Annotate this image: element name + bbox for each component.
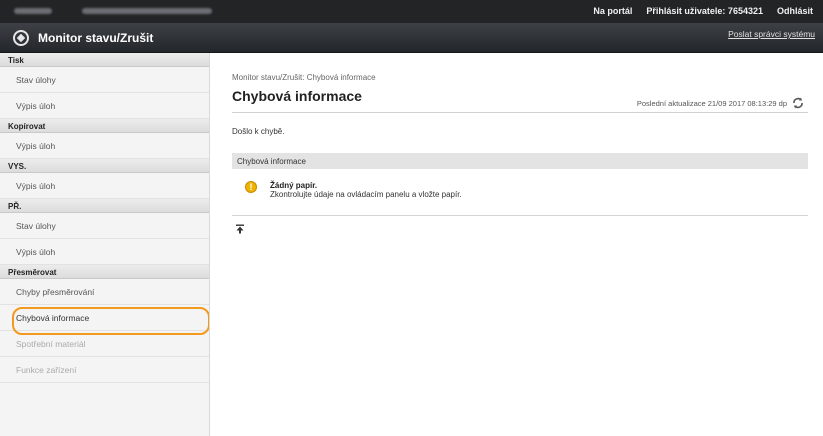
sidebar-item-tisk-vypis[interactable]: Výpis úloh bbox=[0, 93, 209, 119]
canon-logo-icon bbox=[13, 30, 29, 46]
refresh-icon[interactable] bbox=[792, 97, 804, 109]
main-content: Monitor stavu/Zrušit: Chybová informace … bbox=[222, 53, 812, 436]
sidebar-section-pr: PŘ. bbox=[0, 199, 209, 213]
portal-link[interactable]: Na portál bbox=[593, 6, 632, 16]
sidebar-section-kopirovat: Kopírovat bbox=[0, 119, 209, 133]
error-title: Žádný papír. bbox=[270, 181, 318, 190]
sidebar-item-kopirovat-vypis[interactable]: Výpis úloh bbox=[0, 133, 209, 159]
logout-link[interactable]: Odhlásit bbox=[777, 6, 813, 16]
last-update: Poslední aktualizace 21/09 2017 08:13:29… bbox=[637, 97, 804, 109]
app-title: Monitor stavu/Zrušit bbox=[38, 31, 154, 45]
error-row: ! Žádný papír. Zkontrolujte údaje na ovl… bbox=[232, 176, 808, 216]
logged-user: Přihlásit uživatele: 7654321 bbox=[646, 6, 763, 16]
sidebar-item-chybova-informace[interactable]: Chybová informace bbox=[0, 305, 209, 335]
sidebar-item-vys-vypis[interactable]: Výpis úloh bbox=[0, 173, 209, 199]
sidebar-item-funkce-zarizeni[interactable]: Funkce zařízení bbox=[0, 357, 209, 383]
top-bar: Na portál Přihlásit uživatele: 7654321 O… bbox=[0, 0, 823, 23]
back-to-top-icon[interactable] bbox=[235, 224, 245, 234]
top-links: Na portál Přihlásit uživatele: 7654321 O… bbox=[593, 6, 813, 16]
sidebar-item-pr-vypis[interactable]: Výpis úloh bbox=[0, 239, 209, 265]
sidebar-item-pr-stav[interactable]: Stav úlohy bbox=[0, 213, 209, 239]
page-title: Chybová informace bbox=[232, 88, 362, 104]
send-to-admin-link[interactable]: Poslat správci systému bbox=[728, 29, 815, 39]
blurred-header-text bbox=[14, 8, 52, 14]
section-header: Chybová informace bbox=[232, 153, 808, 169]
sidebar-section-tisk: Tisk bbox=[0, 53, 209, 67]
error-description: Zkontrolujte údaje na ovládacím panelu a… bbox=[270, 190, 462, 199]
sidebar-section-vys: VYS. bbox=[0, 159, 209, 173]
last-update-text: Poslední aktualizace 21/09 2017 08:13:29… bbox=[636, 98, 787, 108]
breadcrumb: Monitor stavu/Zrušit: Chybová informace bbox=[232, 73, 376, 82]
sidebar-item-tisk-stav[interactable]: Stav úlohy bbox=[0, 67, 209, 93]
warning-icon: ! bbox=[245, 181, 257, 193]
divider bbox=[232, 112, 808, 113]
sidebar-item-chyby-presmerovani[interactable]: Chyby přesměrování bbox=[0, 279, 209, 305]
status-message: Došlo k chybě. bbox=[232, 127, 285, 136]
sidebar: Tisk Stav úlohy Výpis úloh Kopírovat Výp… bbox=[0, 53, 210, 436]
title-bar: Monitor stavu/Zrušit Poslat správci syst… bbox=[0, 23, 823, 53]
blurred-header-text bbox=[82, 8, 212, 14]
sidebar-section-presmerovat: Přesměrovat bbox=[0, 265, 209, 279]
